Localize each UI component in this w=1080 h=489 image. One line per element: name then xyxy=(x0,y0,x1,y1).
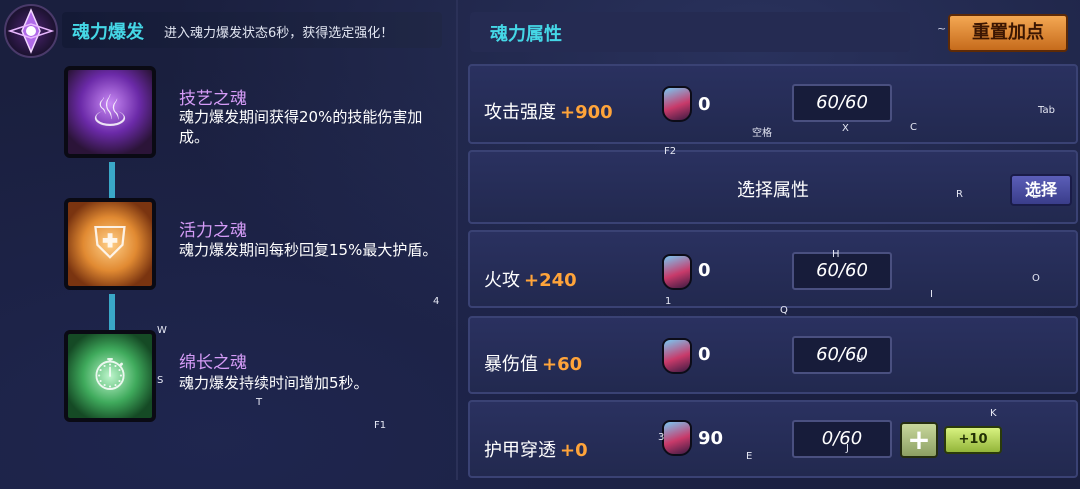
hotkey-4: 4 xyxy=(433,296,440,307)
hotkey-tilde: ~ xyxy=(937,22,947,35)
gem-count: 0 xyxy=(698,344,711,365)
hotkey-k: K xyxy=(990,408,997,419)
hotkey-l: L xyxy=(1032,190,1038,201)
select-attribute-title: 选择属性 xyxy=(737,180,809,201)
soul-endurance-button[interactable]: ⏱ xyxy=(64,330,156,422)
stat-bonus: +0 xyxy=(560,440,588,461)
soul-chain-link xyxy=(109,294,115,334)
stat-label: 火攻 +240 xyxy=(484,266,577,292)
stat-row-attack: 攻击强度 +900 0 60/60 xyxy=(468,64,1078,144)
stat-row-armor-pen: 护甲穿透 +0 90 0/60 + +10 xyxy=(468,400,1078,478)
panel-divider xyxy=(456,0,458,480)
soul-endurance-name: 绵长之魂 xyxy=(179,353,247,373)
soul-burst-title: 魂力爆发 xyxy=(72,22,144,43)
hotkey-i: I xyxy=(930,289,933,300)
soul-vitality-name: 活力之魂 xyxy=(179,221,247,241)
soul-craft-description: 魂力爆发期间获得20%的技能伤害加成。 xyxy=(179,108,423,146)
attributes-header: 魂力属性 xyxy=(470,12,910,52)
soul-burst-description: 进入魂力爆发状态6秒，获得选定强化！ xyxy=(164,26,394,41)
gem-count: 0 xyxy=(698,94,711,115)
soul-gem-icon xyxy=(662,338,692,374)
hotkey-1: 1 xyxy=(665,296,672,307)
stat-value-box[interactable]: 60/60 xyxy=(792,84,892,122)
soul-burst-crest-icon xyxy=(4,4,58,58)
purple-flame-icon: ♨ xyxy=(90,86,130,137)
soul-vitality-button[interactable]: ⛨ xyxy=(64,198,156,290)
hotkey-e: E xyxy=(746,451,753,462)
stat-name: 暴伤值 xyxy=(484,354,538,375)
stat-bonus: +60 xyxy=(542,354,583,375)
hotkey-tab: Tab xyxy=(1038,105,1055,116)
hotkey-r: R xyxy=(956,189,963,200)
attributes-title: 魂力属性 xyxy=(490,24,562,45)
hotkey-j: J xyxy=(846,443,849,454)
soul-burst-header: 魂力爆发 进入魂力爆发状态6秒，获得选定强化！ xyxy=(62,12,442,48)
soul-chain-link xyxy=(109,162,115,202)
stat-row-fire: 火攻 +240 0 60/60 xyxy=(468,230,1078,308)
hotkey-u: U xyxy=(856,354,864,365)
gem-count: 90 xyxy=(698,428,724,449)
select-button[interactable]: 选择 xyxy=(1010,174,1072,206)
add-point-button[interactable]: + xyxy=(900,422,938,458)
soul-craft-button[interactable]: ♨ xyxy=(64,66,156,158)
hotkey-f1: F1 xyxy=(374,420,387,431)
gem-count: 0 xyxy=(698,260,711,281)
shield-medallion-icon: ⛨ xyxy=(93,218,127,269)
stat-name: 攻击强度 xyxy=(484,102,556,123)
hotkey-space: 空格 xyxy=(752,128,772,139)
hotkey-s: S xyxy=(157,375,164,386)
hotkey-h: H xyxy=(832,249,840,260)
select-attribute-row: 选择属性 选择 xyxy=(468,150,1078,224)
hotkey-c: C xyxy=(910,122,917,133)
hotkey-z: Z xyxy=(744,180,751,191)
stat-bonus: +900 xyxy=(560,102,613,123)
hotkey-3: 3 xyxy=(658,432,665,443)
hotkey-q: Q xyxy=(780,305,788,316)
hotkey-t: T xyxy=(256,397,263,408)
add-ten-points-button[interactable]: +10 xyxy=(944,426,1002,454)
stat-label: 攻击强度 +900 xyxy=(484,98,613,124)
hotkey-x: X xyxy=(842,123,849,134)
stopwatch-icon: ⏱ xyxy=(92,350,128,401)
reset-points-button[interactable]: 重置加点 xyxy=(948,14,1068,52)
stat-bonus: +240 xyxy=(524,270,577,291)
hotkey-f2: F2 xyxy=(664,146,677,157)
stat-label: 护甲穿透 +0 xyxy=(484,436,588,462)
soul-gem-icon xyxy=(662,86,692,122)
soul-endurance-description: 魂力爆发持续时间增加5秒。 xyxy=(179,374,369,392)
stat-value-box[interactable]: 60/60 xyxy=(792,336,892,374)
soul-vitality-description: 魂力爆发期间每秒回复15%最大护盾。 xyxy=(179,241,438,259)
soul-gem-icon xyxy=(662,254,692,290)
stat-label: 暴伤值 +60 xyxy=(484,350,582,376)
stat-name: 火攻 xyxy=(484,270,520,291)
stat-value-box[interactable]: 0/60 xyxy=(792,420,892,458)
stat-name: 护甲穿透 xyxy=(484,440,556,461)
soul-gem-icon xyxy=(662,420,692,456)
hotkey-o: O xyxy=(1032,273,1040,284)
stat-row-crit-damage: 暴伤值 +60 0 60/60 xyxy=(468,316,1078,394)
soul-craft-name: 技艺之魂 xyxy=(179,89,247,109)
hotkey-w: W xyxy=(157,325,167,336)
stat-value-box[interactable]: 60/60 xyxy=(792,252,892,290)
